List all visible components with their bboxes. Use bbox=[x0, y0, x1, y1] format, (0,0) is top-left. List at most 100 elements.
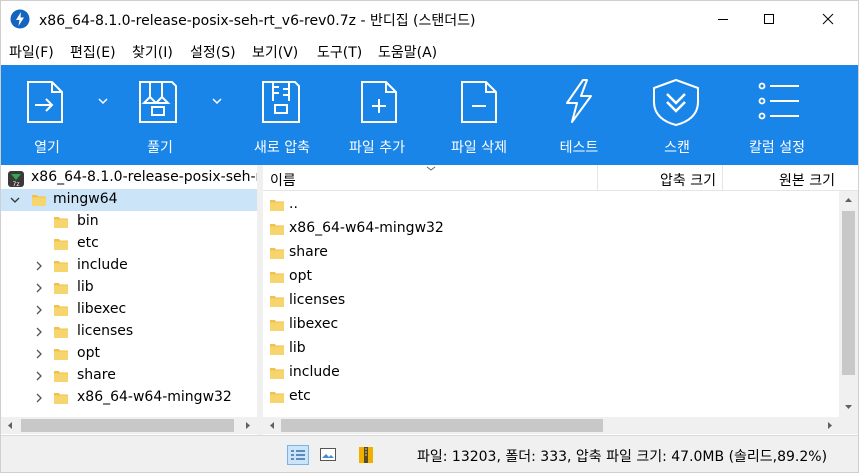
scroll-right-icon[interactable] bbox=[826, 421, 834, 430]
list-horizontal-scrollbar[interactable] bbox=[263, 417, 839, 434]
tree-item-label: share bbox=[77, 367, 116, 383]
extract-button[interactable]: 풀기 bbox=[113, 65, 223, 165]
list-item[interactable]: etc bbox=[263, 385, 838, 409]
tree-item-label: opt bbox=[77, 345, 100, 361]
delete-file-icon bbox=[461, 81, 497, 123]
chevron-right-icon[interactable] bbox=[34, 371, 44, 381]
chevron-right-icon[interactable] bbox=[34, 327, 44, 337]
menu-settings[interactable]: 설정(S) bbox=[190, 42, 236, 62]
maximize-button[interactable] bbox=[746, 1, 792, 37]
scroll-down-icon[interactable] bbox=[844, 403, 853, 411]
bandizip-logo-icon bbox=[10, 9, 30, 29]
close-button[interactable] bbox=[805, 1, 851, 37]
list-item[interactable]: libexec bbox=[263, 313, 838, 337]
list-item-name: .. bbox=[289, 196, 298, 212]
new-archive-icon bbox=[262, 81, 300, 123]
open-button[interactable]: 열기 bbox=[1, 65, 108, 165]
tree-item[interactable]: share bbox=[1, 365, 257, 387]
folder-icon bbox=[270, 320, 284, 331]
tree-item[interactable]: etc bbox=[1, 233, 257, 255]
list-item[interactable]: opt bbox=[263, 265, 838, 289]
folder-icon bbox=[270, 392, 284, 403]
list-item-name: include bbox=[289, 364, 340, 380]
archive-info-button[interactable] bbox=[355, 445, 377, 465]
minimize-icon bbox=[718, 19, 728, 20]
menu-help[interactable]: 도움말(A) bbox=[378, 42, 437, 62]
menu-view[interactable]: 보기(V) bbox=[252, 42, 298, 62]
folder-icon bbox=[54, 239, 68, 250]
folder-icon bbox=[54, 261, 68, 272]
column-settings-button[interactable]: 칼럼 설정 bbox=[739, 65, 849, 165]
scroll-thumb[interactable] bbox=[21, 419, 234, 432]
tree-item-label: x86_64-w64-mingw32 bbox=[77, 389, 232, 405]
scroll-up-icon[interactable] bbox=[844, 196, 853, 204]
chevron-down-icon[interactable] bbox=[212, 97, 222, 105]
tree-item-label: include bbox=[77, 257, 128, 273]
list-vertical-scrollbar[interactable] bbox=[839, 191, 858, 417]
scroll-left-icon[interactable] bbox=[268, 421, 276, 430]
list-item[interactable]: x86_64-w64-mingw32 bbox=[263, 217, 838, 241]
add-file-icon bbox=[361, 81, 397, 123]
menu-tools[interactable]: 도구(T) bbox=[317, 42, 362, 62]
folder-icon bbox=[270, 248, 284, 259]
tree-archive-label: x86_64-8.1.0-release-posix-seh-rt_ bbox=[31, 169, 257, 185]
open-label: 열기 bbox=[34, 140, 60, 156]
status-bar: 파일: 13203, 폴더: 333, 압축 파일 크기: 47.0MB (솔리… bbox=[1, 435, 858, 472]
list-item[interactable]: licenses bbox=[263, 289, 838, 313]
folder-icon bbox=[54, 305, 68, 316]
scan-icon bbox=[653, 79, 699, 126]
list-item-name: licenses bbox=[289, 292, 346, 308]
chevron-right-icon[interactable] bbox=[34, 261, 44, 271]
menu-bar: 파일(F) 편집(E) 찾기(I) 설정(S) 보기(V) 도구(T) 도움말(… bbox=[1, 37, 858, 65]
scroll-thumb[interactable] bbox=[281, 419, 603, 432]
chevron-down-icon[interactable] bbox=[98, 97, 108, 105]
column-name[interactable]: 이름 bbox=[263, 165, 598, 191]
tree-archive-node[interactable]: 7z x86_64-8.1.0-release-posix-seh-rt_ bbox=[1, 167, 257, 189]
list-item-name: etc bbox=[289, 388, 311, 404]
thumbnail-view-button[interactable] bbox=[317, 445, 339, 465]
tree-item[interactable]: lib bbox=[1, 277, 257, 299]
folder-icon bbox=[270, 224, 284, 235]
menu-edit[interactable]: 편집(E) bbox=[70, 42, 116, 62]
minimize-button[interactable] bbox=[700, 1, 746, 37]
tree-item[interactable]: licenses bbox=[1, 321, 257, 343]
menu-find[interactable]: 찾기(I) bbox=[132, 42, 173, 62]
chevron-right-icon[interactable] bbox=[34, 305, 44, 315]
chevron-right-icon[interactable] bbox=[34, 349, 44, 359]
tree-item-label: libexec bbox=[77, 301, 127, 317]
scroll-thumb[interactable] bbox=[842, 211, 855, 375]
chevron-right-icon[interactable] bbox=[34, 393, 44, 403]
list-item[interactable]: include bbox=[263, 361, 838, 385]
folder-icon bbox=[54, 217, 68, 228]
column-compressed-size[interactable]: 압축 크기 bbox=[598, 165, 723, 191]
list-item[interactable]: lib bbox=[263, 337, 838, 361]
tree-item[interactable]: include bbox=[1, 255, 257, 277]
chevron-down-icon[interactable] bbox=[10, 195, 20, 205]
tree-item[interactable]: bin bbox=[1, 211, 257, 233]
list-item[interactable]: .. bbox=[263, 193, 838, 217]
tree-item-label: licenses bbox=[77, 323, 134, 339]
tree-item-mingw64[interactable]: mingw64 bbox=[1, 189, 257, 211]
folder-icon bbox=[54, 283, 68, 294]
tree-item[interactable]: libexec bbox=[1, 299, 257, 321]
title-bar[interactable]: x86_64-8.1.0-release-posix-seh-rt_v6-rev… bbox=[1, 1, 858, 37]
scroll-left-icon[interactable] bbox=[6, 421, 14, 430]
column-name-label: 이름 bbox=[270, 173, 296, 189]
column-original-size[interactable]: 원본 크기 bbox=[723, 165, 858, 191]
menu-file[interactable]: 파일(F) bbox=[9, 42, 54, 62]
tree-item[interactable]: opt bbox=[1, 343, 257, 365]
image-view-icon bbox=[320, 448, 336, 461]
scrollbar-corner bbox=[839, 417, 858, 434]
archive-info-icon bbox=[359, 447, 373, 463]
tree-item[interactable]: x86_64-w64-mingw32 bbox=[1, 387, 257, 409]
scroll-right-icon[interactable] bbox=[244, 421, 252, 430]
tree-item-label: lib bbox=[77, 279, 94, 295]
folder-icon bbox=[270, 272, 284, 283]
folder-icon bbox=[54, 371, 68, 382]
open-icon bbox=[27, 81, 63, 123]
detail-view-button[interactable] bbox=[287, 445, 309, 465]
toolbar: 열기 풀기 새로 압축 파일 추가 파일 삭제 테스트 스캔 칼럼 설정 bbox=[1, 65, 858, 165]
list-item[interactable]: share bbox=[263, 241, 838, 265]
chevron-right-icon[interactable] bbox=[34, 283, 44, 293]
tree-horizontal-scrollbar[interactable] bbox=[1, 417, 257, 434]
